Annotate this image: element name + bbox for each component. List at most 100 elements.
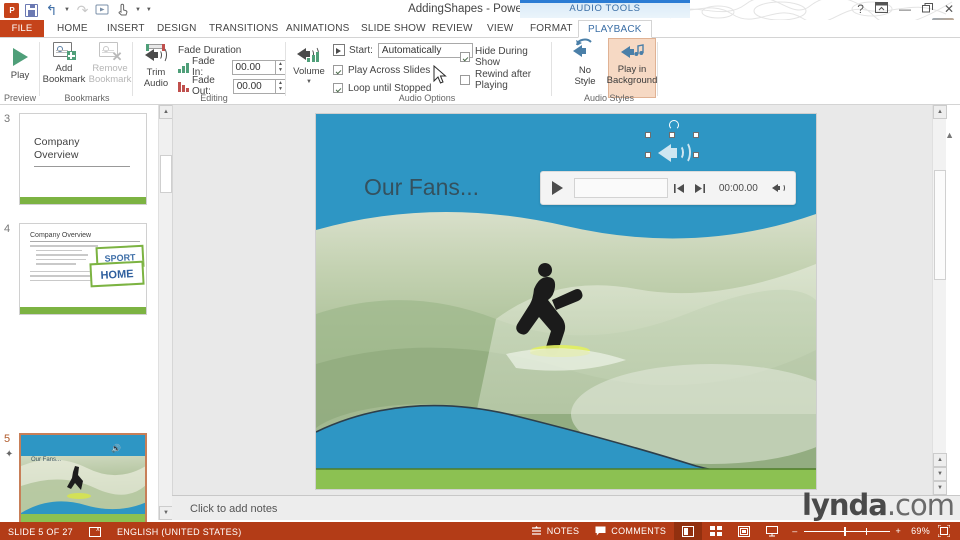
fade-in-icon [178, 62, 189, 73]
play-across-slides-checkbox[interactable] [333, 65, 343, 75]
trim-audio-label-1: Trim [146, 67, 166, 78]
current-slide[interactable]: Our Fans... 00:00.00 [316, 114, 816, 489]
rotate-handle[interactable] [669, 120, 679, 130]
slide-thumbnail-4[interactable]: Company Overview SPORT HOME [19, 223, 147, 315]
fade-in-input[interactable]: 00.00 [231, 59, 276, 75]
scrollbar-thumb[interactable] [934, 170, 946, 280]
restore-button[interactable] [921, 2, 933, 16]
rewind-after-playing-checkbox[interactable] [460, 75, 470, 85]
previous-slide-button[interactable]: ▲ [933, 453, 947, 467]
tab-playback[interactable]: PLAYBACK [578, 20, 652, 38]
zoom-slider[interactable]: – + [786, 526, 907, 536]
tab-view[interactable]: VIEW [478, 20, 522, 38]
slide-sorter-view-button[interactable] [702, 522, 730, 540]
notes-placeholder[interactable]: Click to add notes [190, 503, 277, 515]
slide-thumbnail-panel[interactable]: 3 Company Overview 4 Company Overview SPO… [0, 105, 173, 525]
list-item[interactable]: 4 Company Overview SPORT HOME [0, 223, 158, 315]
thumb-logo-home: HOME [89, 260, 145, 288]
tab-format[interactable]: FORMAT [521, 20, 582, 38]
editor-scrollbar[interactable]: ▲ ▲ ▼ ▼ [932, 105, 947, 495]
status-right[interactable]: NOTES COMMENTS – + 69% [523, 522, 954, 540]
hide-during-show-row[interactable]: Hide During Show [460, 46, 552, 68]
resize-handle-n[interactable] [669, 132, 675, 138]
ribbon-display-options-icon[interactable] [874, 2, 888, 16]
notes-icon [531, 526, 541, 535]
comments-button[interactable]: COMMENTS [587, 522, 674, 540]
comment-icon [595, 526, 606, 536]
fade-out-input[interactable]: 00.00 [232, 78, 277, 94]
language-icon[interactable] [88, 526, 101, 537]
slide-thumbnail-5[interactable]: Our Fans... 🔊 [19, 433, 147, 525]
audio-play-button[interactable] [541, 181, 574, 195]
resize-handle-ne[interactable] [693, 132, 699, 138]
next-slide-button[interactable]: ▼ [933, 467, 947, 481]
loop-until-stopped-checkbox[interactable] [333, 83, 343, 93]
zoom-track[interactable] [803, 526, 890, 536]
scroll-down-icon[interactable]: ▼ [159, 506, 173, 520]
close-button[interactable]: ✕ [944, 2, 954, 16]
notes-label: NOTES [546, 526, 580, 536]
tab-review[interactable]: REVIEW [423, 20, 482, 38]
tab-transitions[interactable]: TRANSITIONS [200, 20, 287, 38]
group-divider [657, 42, 658, 96]
volume-button[interactable]: Volume ▼ [287, 38, 331, 88]
list-item[interactable]: 3 Company Overview [0, 113, 158, 205]
status-bar[interactable]: SLIDE 5 OF 27 ENGLISH (UNITED STATES) NO… [0, 522, 960, 540]
play-button[interactable]: Play [0, 38, 40, 81]
slide-title[interactable]: Our Fans... [364, 174, 479, 201]
group-divider [285, 42, 286, 96]
collapse-ribbon-icon[interactable]: ▲ [945, 130, 954, 140]
scrollbar-thumb[interactable] [160, 155, 172, 193]
tab-file[interactable]: FILE [0, 20, 44, 38]
zoom-knob[interactable] [843, 526, 846, 536]
animation-star-icon: ✦ [5, 449, 14, 460]
zoom-out-button[interactable]: – [792, 526, 797, 536]
resize-handle-w[interactable] [645, 152, 651, 158]
slide-indicator[interactable]: SLIDE 5 OF 27 [8, 527, 73, 537]
help-icon[interactable]: ? [857, 2, 864, 16]
ribbon-tab-strip[interactable]: FILE HOME INSERT DESIGN TRANSITIONS ANIM… [0, 20, 960, 38]
audio-playback-bar[interactable]: 00:00.00 [540, 171, 796, 205]
zoom-level-label[interactable]: 69% [907, 522, 934, 540]
slide-show-button[interactable] [758, 522, 786, 540]
play-label: Play [10, 70, 30, 81]
audio-step-back-button[interactable] [668, 183, 689, 194]
group-divider [39, 42, 40, 96]
scroll-up-icon[interactable]: ▲ [933, 105, 947, 119]
add-bookmark-button[interactable]: Add Bookmark [41, 38, 87, 85]
list-item[interactable]: 5 ✦ Our Fans... 🔊 [0, 433, 158, 525]
scroll-up-icon[interactable]: ▲ [159, 105, 173, 119]
volume-dropdown-icon[interactable]: ▼ [306, 77, 312, 88]
tab-animations[interactable]: ANIMATIONS [277, 20, 358, 38]
resize-handle-e[interactable] [693, 152, 699, 158]
thumbnail-panel-scrollbar[interactable]: ▲ ▼ [158, 105, 173, 520]
language-label[interactable]: ENGLISH (UNITED STATES) [117, 527, 242, 537]
resize-handle-nw[interactable] [645, 132, 651, 138]
remove-bookmark-button[interactable]: ✕ Remove Bookmark [87, 38, 133, 85]
no-style-label-1: No [578, 65, 592, 76]
audio-progress-track[interactable] [574, 178, 669, 198]
tab-design[interactable]: DESIGN [148, 20, 206, 38]
add-bookmark-label-1: Add [55, 63, 73, 74]
trim-audio-button[interactable]: Trim Audio [136, 38, 176, 89]
no-style-button[interactable]: No Style [564, 38, 606, 98]
notes-button[interactable]: NOTES [523, 522, 588, 540]
zoom-in-button[interactable]: + [896, 526, 902, 536]
fit-slide-to-window-button[interactable] [934, 522, 954, 540]
reading-view-button[interactable] [730, 522, 758, 540]
slide-thumbnail-3[interactable]: Company Overview [19, 113, 147, 205]
audio-step-forward-button[interactable] [690, 183, 711, 194]
start-dropdown[interactable]: Automatically ▼ [377, 42, 473, 58]
no-style-label-2: Style [574, 76, 596, 87]
normal-view-button[interactable] [674, 522, 703, 540]
tab-insert[interactable]: INSERT [98, 20, 154, 38]
play-in-background-button[interactable]: Play in Background [607, 38, 657, 98]
rewind-after-playing-row[interactable]: Rewind after Playing [460, 69, 552, 91]
audio-volume-button[interactable] [766, 182, 795, 194]
tab-home[interactable]: HOME [48, 20, 97, 38]
window-controls[interactable]: ? — ✕ [857, 2, 954, 16]
hide-during-show-checkbox[interactable] [460, 52, 470, 62]
play-across-slides-row[interactable]: Play Across Slides [333, 63, 430, 77]
slide-show-icon [766, 525, 779, 536]
minimize-button[interactable]: — [899, 2, 911, 16]
